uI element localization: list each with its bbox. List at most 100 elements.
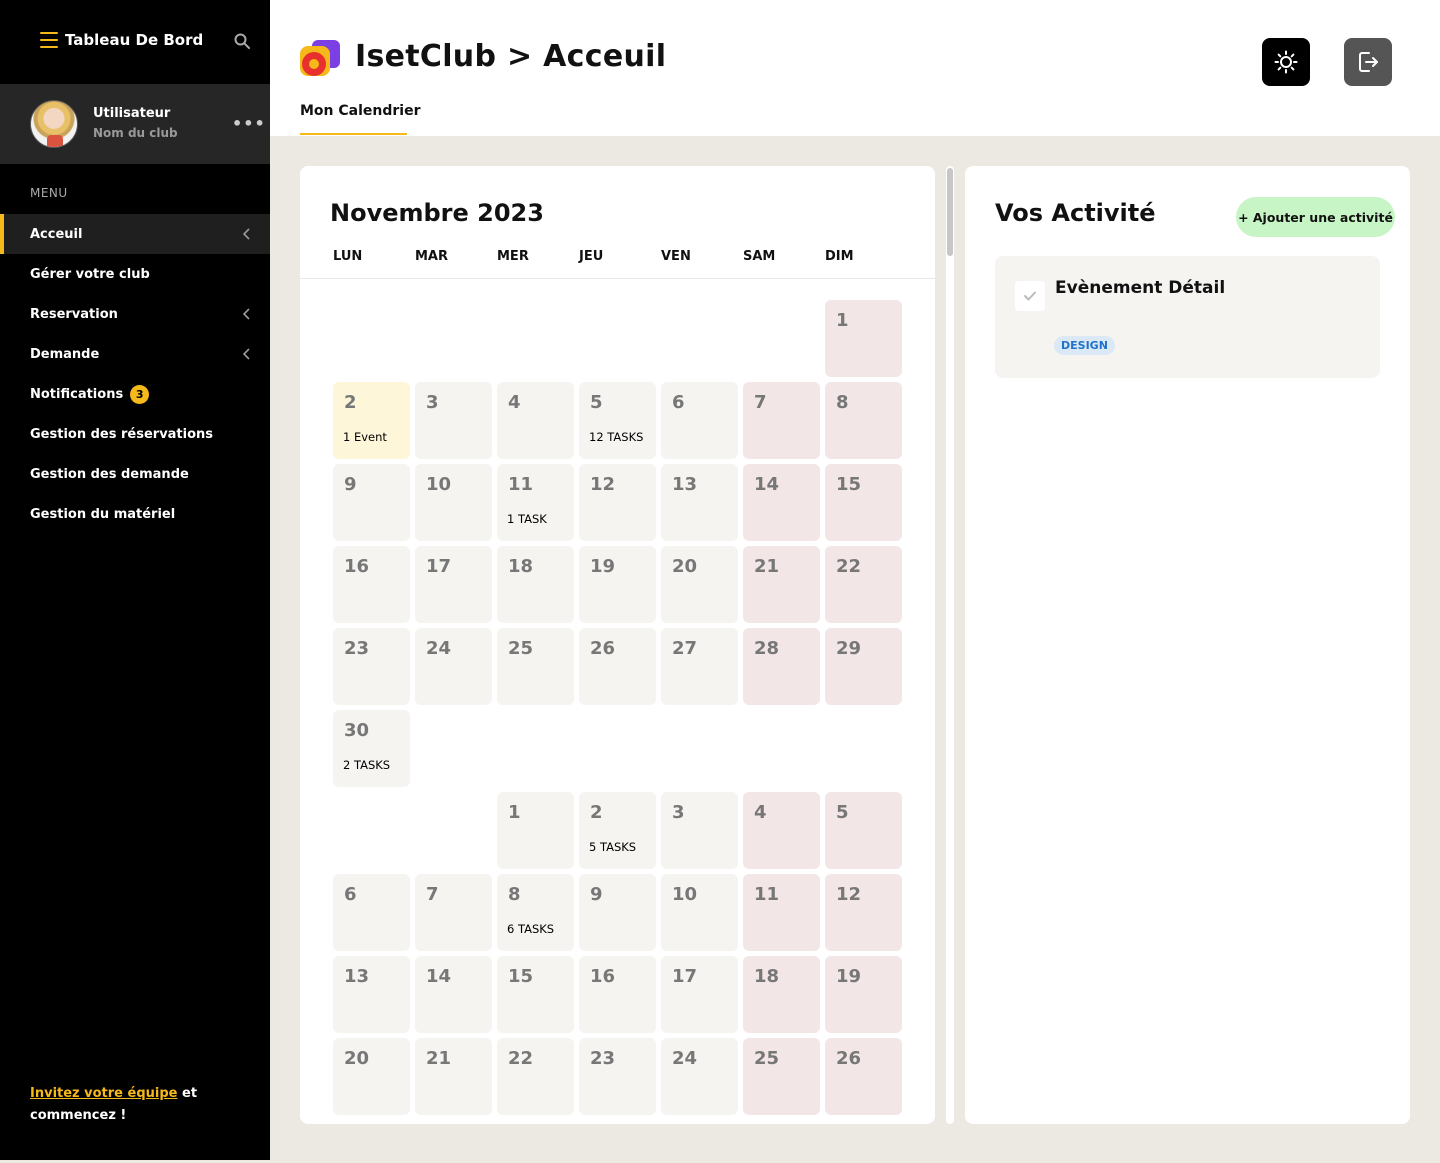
sidebar-item-gerer-club[interactable]: Gérer votre club [0,254,270,294]
calendar-day-cell[interactable]: 27 [661,628,738,705]
calendar-day-cell[interactable]: 16 [579,956,656,1033]
check-icon [1024,291,1036,301]
calendar-day-cell[interactable]: 8 6 TASKS [497,874,574,951]
sun-icon [1274,50,1298,74]
calendar-day-cell[interactable]: 8 [825,382,902,459]
calendar-day-cell[interactable]: 14 [415,956,492,1033]
calendar-day-cell[interactable]: 9 [333,464,410,541]
calendar-day-cell[interactable]: 2 1 Event [333,382,410,459]
calendar-day-cell[interactable]: 4 [743,792,820,869]
calendar-day-cell[interactable]: 25 [743,1038,820,1115]
calendar-day-cell[interactable]: 10 [661,874,738,951]
calendar-day-cell[interactable]: 3 [661,792,738,869]
invite-text-rest-2: commencez ! [30,1108,127,1123]
calendar-day-cell[interactable]: 13 [661,464,738,541]
calendar-day-cell[interactable]: 6 [333,874,410,951]
calendar-day-cell[interactable]: 16 [333,546,410,623]
calendar-day-number: 21 [426,1048,452,1069]
calendar-day-cell[interactable]: 29 [825,628,902,705]
calendar-day-cell[interactable]: 20 [661,546,738,623]
calendar-day-cell[interactable]: 1 [497,792,574,869]
calendar-day-cell[interactable]: 13 [333,956,410,1033]
tab-active-indicator [300,133,407,135]
calendar-day-cell[interactable]: 18 [497,546,574,623]
scrollbar-thumb[interactable] [947,168,953,256]
calendar-day-cell[interactable]: 12 [579,464,656,541]
calendar-day-cell[interactable]: 26 [825,1038,902,1115]
scrollbar[interactable] [946,166,954,1124]
sidebar-item-label: Reservation [30,306,118,322]
logout-button[interactable] [1344,38,1392,86]
sidebar-item-gestion-reservations[interactable]: Gestion des réservations [0,414,270,454]
sidebar-item-reservation[interactable]: Reservation [0,294,270,334]
calendar-day-cell[interactable]: 24 [415,628,492,705]
calendar-card: Novembre 2023 LUN MAR MER JEU VEN SAM DI… [300,166,935,1124]
calendar-day-cell[interactable]: 2 5 TASKS [579,792,656,869]
calendar-day-cell[interactable]: 4 [497,382,574,459]
more-options-icon[interactable]: ••• [232,114,266,133]
tab-mon-calendrier[interactable]: Mon Calendrier [300,103,421,129]
calendar-day-cell[interactable]: 21 [415,1038,492,1115]
calendar-day-cell[interactable]: 5 [825,792,902,869]
calendar-day-cell[interactable]: 10 [415,464,492,541]
calendar-day-cell[interactable]: 23 [333,628,410,705]
calendar-day-cell[interactable]: 21 [743,546,820,623]
hamburger-icon[interactable] [40,32,58,48]
activity-item[interactable]: Evènement Détail DESIGN [995,256,1380,378]
sidebar-item-label: Demande [30,346,100,362]
calendar-day-cell[interactable]: 20 [333,1038,410,1115]
calendar-day-cell[interactable]: 1 [825,300,902,377]
calendar-day-cell[interactable]: 18 [743,956,820,1033]
sidebar-item-gestion-demande[interactable]: Gestion des demande [0,454,270,494]
calendar-day-cell[interactable]: 28 [743,628,820,705]
calendar-day-cell[interactable]: 30 2 TASKS [333,710,410,787]
calendar-day-cell[interactable]: 14 [743,464,820,541]
calendar-day-cell[interactable]: 7 [743,382,820,459]
calendar-day-number: 7 [754,392,767,413]
sidebar: Tableau De Bord Utilisateur Nom du club … [0,0,270,1160]
calendar-day-number: 22 [836,556,862,577]
calendar-day-cell[interactable]: 19 [579,546,656,623]
calendar-day-number: 28 [754,638,780,659]
activity-checkbox[interactable] [1015,281,1045,311]
user-panel: Utilisateur Nom du club ••• [0,84,270,164]
calendar-day-cell[interactable]: 24 [661,1038,738,1115]
calendar-day-cell[interactable]: 22 [825,546,902,623]
calendar-day-cell[interactable]: 26 [579,628,656,705]
calendar-day-number: 19 [590,556,616,577]
calendar-day-number: 11 [508,474,534,495]
theme-toggle-button[interactable] [1262,38,1310,86]
calendar-day-number: 12 [590,474,616,495]
calendar-day-cell[interactable]: 19 [825,956,902,1033]
calendar-day-cell[interactable]: 17 [415,546,492,623]
calendar-day-cell[interactable]: 5 12 TASKS [579,382,656,459]
add-activity-button[interactable]: + Ajouter une activité [1236,197,1395,237]
sidebar-item-acceuil[interactable]: Acceuil [0,214,270,254]
calendar-day-cell[interactable]: 23 [579,1038,656,1115]
calendar-day-cell[interactable]: 11 [743,874,820,951]
calendar-day-number: 20 [344,1048,370,1069]
calendar-day-cell[interactable]: 12 [825,874,902,951]
calendar-day-cell[interactable]: 15 [825,464,902,541]
calendar-day-cell[interactable]: 7 [415,874,492,951]
calendar-day-cell[interactable]: 3 [415,382,492,459]
calendar-day-cell[interactable]: 15 [497,956,574,1033]
sidebar-item-demande[interactable]: Demande [0,334,270,374]
calendar-day-number: 22 [508,1048,534,1069]
calendar-day-number: 9 [590,884,603,905]
calendar-day-cell[interactable]: 11 1 TASK [497,464,574,541]
calendar-day-cell[interactable]: 17 [661,956,738,1033]
calendar-day-cell[interactable]: 6 [661,382,738,459]
menu-label: MENU [30,186,68,200]
logout-icon [1359,52,1378,72]
calendar-day-cell[interactable]: 22 [497,1038,574,1115]
search-icon[interactable] [234,33,250,49]
sidebar-item-gestion-materiel[interactable]: Gestion du matériel [0,494,270,534]
calendar-day-number: 25 [508,638,534,659]
calendar-day-cell[interactable]: 25 [497,628,574,705]
sidebar-item-notifications[interactable]: Notifications 3 [0,374,270,414]
calendar-day-cell[interactable]: 9 [579,874,656,951]
sidebar-item-label: Gestion du matériel [30,506,176,522]
activity-name: Evènement Détail [1055,278,1226,298]
invite-team-link[interactable]: Invitez votre équipe [30,1086,177,1101]
